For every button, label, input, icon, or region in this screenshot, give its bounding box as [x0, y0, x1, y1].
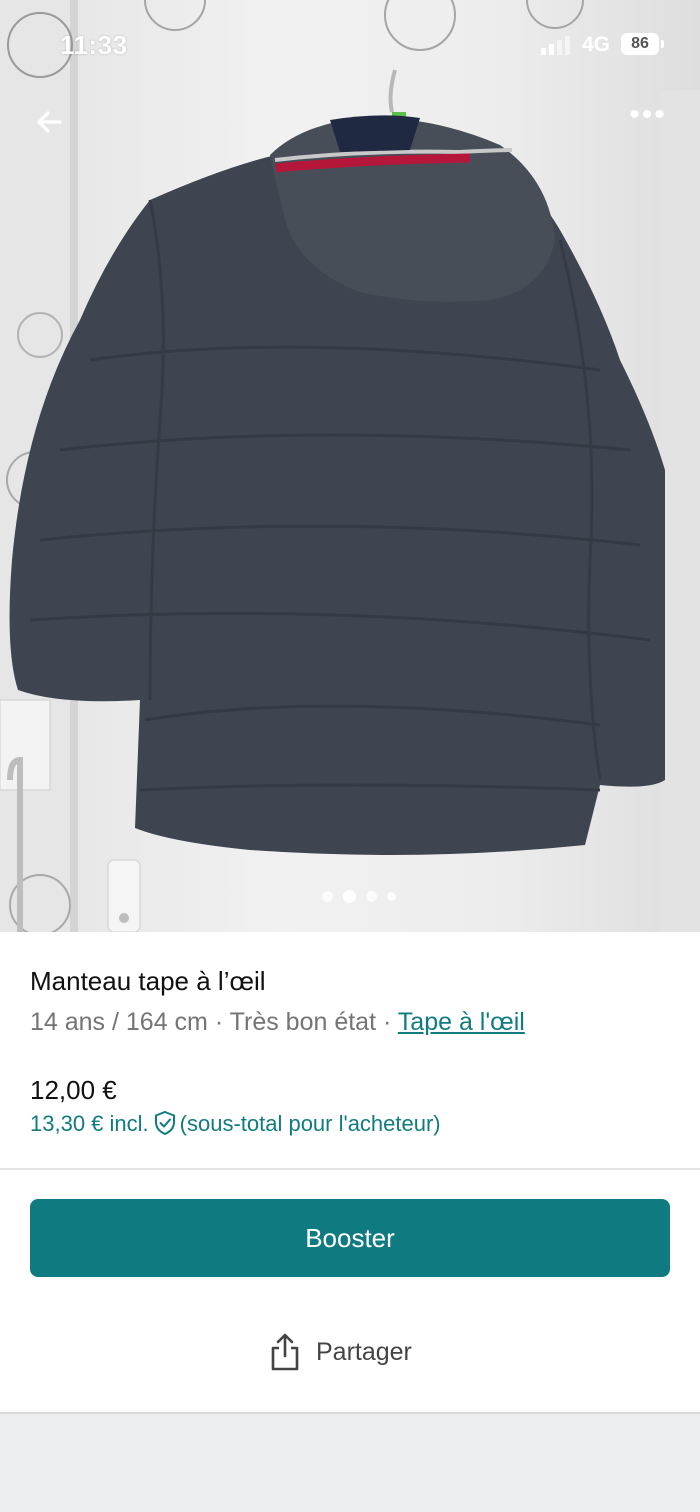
- battery-tip: [661, 40, 664, 48]
- item-meta: 14 ans / 164 cm · Très bon état · Tape à…: [30, 1008, 525, 1037]
- signal-icon: [541, 35, 575, 55]
- arrow-left-icon: [37, 111, 62, 133]
- status-bar: 11:33 4G 86: [0, 0, 700, 90]
- carousel-dot[interactable]: [387, 892, 396, 901]
- carousel-dot-active[interactable]: [343, 890, 356, 903]
- actions-section: Booster Partager: [0, 1170, 700, 1412]
- network-type: 4G: [582, 33, 611, 56]
- jacket-photo-illustration: [0, 0, 700, 932]
- carousel-dot[interactable]: [322, 891, 333, 902]
- meta-separator: ·: [207, 1008, 230, 1036]
- share-label: Partager: [316, 1337, 412, 1366]
- brand-link[interactable]: Tape à l'œil: [398, 1008, 525, 1036]
- carousel-dot[interactable]: [366, 891, 377, 902]
- shield-check-icon: [153, 1110, 177, 1142]
- battery-level: 86: [631, 35, 649, 52]
- bottom-spacer: [0, 1414, 700, 1512]
- buyer-total[interactable]: 13,30 € incl. (sous-total pour l'acheteur…: [30, 1110, 441, 1142]
- status-time: 11:33: [60, 30, 128, 60]
- back-button[interactable]: [30, 100, 74, 144]
- share-icon: [271, 1333, 299, 1371]
- share-button[interactable]: Partager: [268, 1330, 412, 1374]
- buyer-total-note: (sous-total pour l'acheteur): [179, 1111, 441, 1136]
- item-details: Manteau tape à l’œil 14 ans / 164 cm · T…: [0, 932, 700, 1168]
- buyer-total-price: 13,30 € incl.: [30, 1111, 149, 1136]
- product-photo[interactable]: 11:33 4G 86 •••: [0, 0, 700, 932]
- battery-icon: 86: [621, 33, 659, 55]
- item-title: Manteau tape à l’œil: [30, 966, 266, 996]
- item-condition: Très bon état: [229, 1008, 377, 1036]
- item-price: 12,00 €: [30, 1075, 117, 1105]
- item-size: 14 ans / 164 cm: [30, 1008, 208, 1036]
- more-options-icon[interactable]: •••: [622, 100, 674, 139]
- boost-button[interactable]: Booster: [30, 1199, 670, 1277]
- meta-separator: ·: [376, 1008, 398, 1036]
